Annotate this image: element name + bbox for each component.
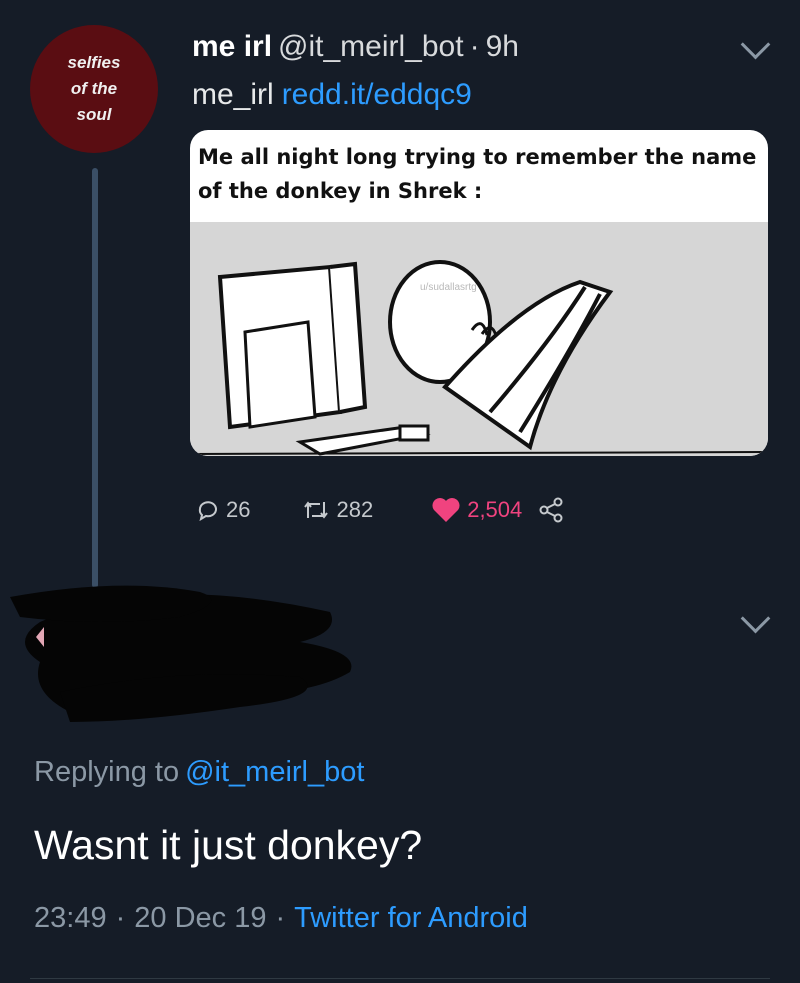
chevron-down-icon[interactable] (740, 29, 771, 60)
share-icon (539, 497, 563, 523)
display-name[interactable]: me irl (192, 30, 272, 63)
replying-to: Replying to @it_meirl_bot (34, 756, 364, 789)
like-count: 2,504 (467, 497, 523, 522)
thread-line (92, 168, 98, 588)
avatar-text-line: selfies (67, 53, 121, 72)
tweet-link[interactable]: redd.it/eddqc9 (282, 78, 472, 111)
meme-illustration (190, 260, 768, 456)
avatar-text-line: of the (70, 79, 118, 98)
reply-text: Wasnt it just donkey? (34, 822, 423, 868)
divider (30, 978, 770, 979)
reply-client[interactable]: Twitter for Android (294, 902, 528, 934)
tweet-text: me_irl redd.it/eddqc9 (192, 78, 472, 112)
reply-count: 26 (226, 497, 251, 522)
reply-button[interactable]: 26 (196, 497, 250, 523)
replying-label: Replying to (34, 756, 180, 788)
separator: · (275, 902, 286, 934)
replying-mention[interactable]: @it_meirl_bot (185, 756, 364, 788)
share-button[interactable] (538, 497, 572, 523)
chevron-down-icon[interactable] (740, 603, 771, 634)
redacted-user-info (10, 585, 352, 722)
retweet-button[interactable]: 282 (302, 497, 373, 523)
separator: · (469, 30, 480, 63)
meme-caption: Me all night long trying to remember the… (198, 145, 757, 203)
reply-meta: 23:49 · 20 Dec 19 · Twitter for Android (34, 902, 528, 935)
retweet-icon (304, 501, 329, 519)
retweet-count: 282 (336, 497, 374, 522)
meme-image[interactable]: Me all night long trying to remember the… (190, 130, 768, 456)
reply-time: 23:49 (34, 902, 107, 934)
tweet-header: me irl @it_meirl_bot · 9h (192, 30, 519, 64)
heart-icon (432, 498, 460, 522)
tweet-body: me_irl (192, 78, 274, 111)
meme-watermark: u/sudallasrtg (420, 282, 477, 293)
meme-drawing: u/sudallasrtg (190, 222, 768, 456)
avatar[interactable]: selfies of the soul (30, 25, 158, 153)
separator: · (115, 902, 126, 934)
tweet-actions: 26 282 2,504 (196, 492, 572, 528)
reply-date: 20 Dec 19 (134, 902, 267, 934)
avatar-text-line: soul (76, 105, 112, 124)
reply-icon (198, 501, 217, 522)
like-button[interactable]: 2,504 (431, 497, 522, 523)
tweet-time[interactable]: 9h (486, 30, 519, 63)
user-handle[interactable]: @it_meirl_bot (278, 30, 464, 63)
